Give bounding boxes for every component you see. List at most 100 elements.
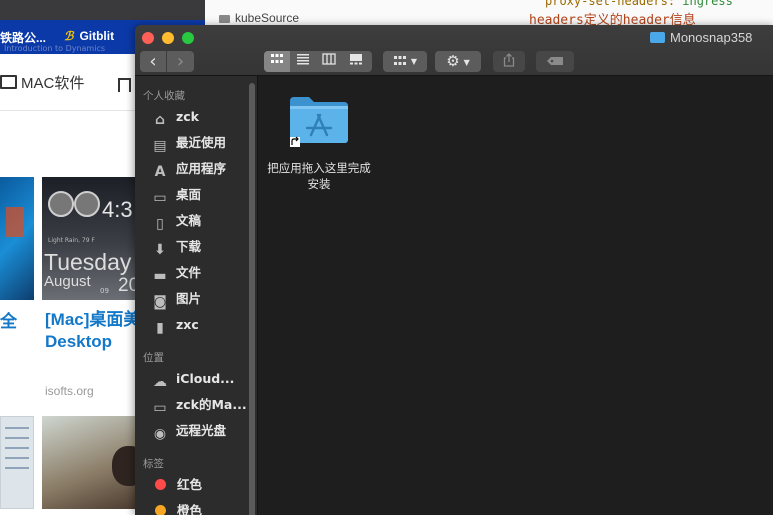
folder-icon: ▬	[153, 268, 167, 284]
widget-weather: Light Rain, 79 F	[48, 237, 95, 244]
article-source: isofts.org	[45, 384, 94, 398]
thumbnail-line	[5, 437, 29, 439]
sidebar-item-remote-disc[interactable]: ◉ 远程光盘	[151, 420, 251, 442]
sidebar-item-label: 红色	[177, 477, 203, 492]
applications-icon: A	[154, 164, 166, 180]
view-mode-control	[264, 51, 372, 72]
tree-item-label: kubeSource	[235, 11, 300, 25]
code-line-top: proxy-set-headers: ingress	[545, 0, 733, 8]
article-title[interactable]: [Mac]桌面美 Desktop	[45, 309, 140, 353]
sidebar-item-label: 远程光盘	[176, 423, 227, 438]
sidebar-item-applications[interactable]: A 应用程序	[151, 158, 251, 180]
sidebar-item-recents[interactable]: ▤ 最近使用	[151, 132, 251, 154]
list-view-button[interactable]	[290, 51, 316, 72]
zoom-window-button[interactable]	[182, 32, 194, 44]
tag-orange-icon	[155, 505, 166, 515]
icon-view-button[interactable]	[264, 51, 290, 72]
sidebar-item-label: iCloud...	[176, 371, 235, 386]
list-view-icon	[297, 54, 309, 65]
desktop-icon: ▭	[153, 190, 167, 206]
sidebar-item-downloads[interactable]: ⬇ 下载	[151, 236, 251, 258]
sidebar-scrollbar[interactable]	[249, 83, 255, 515]
sidebar-item-tag-orange[interactable]: 橙色	[151, 500, 251, 515]
nav-item-mac-software[interactable]: MAC软件	[0, 72, 84, 93]
sidebar-item-label: 图片	[176, 291, 202, 306]
sidebar-item-tag-red[interactable]: 红色	[151, 474, 251, 496]
clock-widget-icon	[74, 191, 100, 217]
bookmark-gitblit[interactable]: ℬ Gitblit	[64, 29, 114, 43]
chevron-down-icon: ▼	[463, 58, 470, 67]
downloads-icon: ⬇	[154, 242, 166, 258]
browser-tab-strip	[0, 0, 205, 20]
nav-item-label: MAC软件	[21, 75, 85, 92]
gallery-view-button[interactable]	[342, 51, 370, 72]
article-title-line1: [Mac]桌面美	[45, 310, 141, 329]
icloud-icon: ☁	[153, 374, 167, 390]
navigation-buttons: ‹ ›	[140, 51, 194, 72]
sidebar-item-label: 桌面	[176, 187, 202, 202]
pictures-icon: ◙	[153, 294, 167, 310]
laptop-icon: ▭	[153, 400, 167, 416]
share-button[interactable]	[493, 51, 525, 72]
article-thumbnail-doc[interactable]	[0, 416, 34, 509]
thumbnail-line	[5, 447, 29, 449]
widget-date-small: 09	[100, 287, 109, 295]
sidebar-item-documents[interactable]: ▯ 文稿	[151, 210, 251, 232]
article-title-left[interactable]: 全	[0, 307, 17, 332]
sidebar-item-files[interactable]: ▬ 文件	[151, 262, 251, 284]
sidebar-item-label: 应用程序	[176, 161, 227, 176]
sidebar-item-macbook[interactable]: ▭ zck的Ma...	[151, 394, 251, 416]
clock-widget-icon	[48, 191, 74, 217]
window-title: Monosnap358	[650, 30, 752, 45]
window-title-label: Monosnap358	[670, 30, 753, 45]
widget-date-big: 20	[118, 275, 135, 296]
minimize-window-button[interactable]	[162, 32, 174, 44]
group-by-icon	[393, 56, 406, 65]
sidebar-item-zxc[interactable]: ▮ zxc	[151, 314, 251, 336]
article-thumbnail-desktop[interactable]: 4:3 Light Rain, 79 F Tuesday August 09 2…	[42, 177, 135, 300]
applications-alias-item[interactable]	[289, 95, 349, 147]
widget-month: August	[44, 273, 91, 290]
icon-view-icon	[271, 54, 283, 63]
sidebar-item-pictures[interactable]: ◙ 图片	[151, 288, 251, 310]
sidebar-item-label: 文件	[176, 265, 202, 280]
gallery-view-icon	[350, 54, 362, 65]
column-view-button[interactable]	[316, 51, 342, 72]
folder-icon	[219, 15, 230, 23]
finder-content-area: 把应用拖入这里完成安装	[258, 76, 773, 515]
sidebar-item-label: zck	[176, 109, 199, 124]
forward-button[interactable]: ›	[167, 51, 194, 72]
back-button[interactable]: ‹	[140, 51, 167, 72]
close-window-button[interactable]	[142, 32, 154, 44]
documents-icon: ▯	[156, 216, 164, 232]
sidebar-header-locations: 位置	[143, 352, 164, 364]
home-icon: ⌂	[154, 112, 166, 128]
thumbnail-shape	[6, 207, 24, 237]
folder-icon	[650, 32, 665, 43]
bookmark-icon[interactable]	[118, 78, 131, 92]
sidebar-item-icloud[interactable]: ☁ iCloud...	[151, 368, 251, 390]
article-thumbnail-left[interactable]	[0, 177, 34, 300]
article-thumbnail-photo[interactable]	[42, 416, 135, 509]
action-menu-button[interactable]: ⚙ ▼	[435, 51, 481, 72]
sidebar-item-label: zxc	[176, 317, 199, 332]
recents-icon: ▤	[153, 138, 167, 154]
sidebar-item-label: 文稿	[176, 213, 202, 228]
chevron-down-icon: ▼	[410, 57, 418, 66]
widget-time: 4:3	[102, 197, 133, 222]
sidebar-item-zck[interactable]: ⌂ zck	[151, 106, 251, 128]
gear-icon: ⚙	[446, 52, 460, 70]
finder-sidebar: 个人收藏 ⌂ zck ▤ 最近使用 A 应用程序 ▭ 桌面 ▯ 文稿 ⬇ 下载 ▬ 文件 ◙ 图…	[135, 76, 258, 515]
faint-link[interactable]: Introduction to Dynamics	[4, 44, 105, 53]
sidebar-header-tags: 标签	[143, 458, 164, 470]
code-value: ingress	[682, 0, 733, 8]
edit-tags-button[interactable]	[536, 51, 574, 72]
sidebar-item-label: zck的Ma...	[176, 397, 247, 412]
editor-tree-item[interactable]: kubeSource	[219, 11, 299, 25]
sidebar-item-desktop[interactable]: ▭ 桌面	[151, 184, 251, 206]
photo-subject	[112, 446, 135, 486]
sidebar-item-label: 下载	[176, 239, 202, 254]
applications-alias-folder-icon	[290, 97, 348, 147]
group-by-button[interactable]: ▼	[383, 51, 427, 72]
article-title-line2: Desktop	[45, 332, 113, 351]
